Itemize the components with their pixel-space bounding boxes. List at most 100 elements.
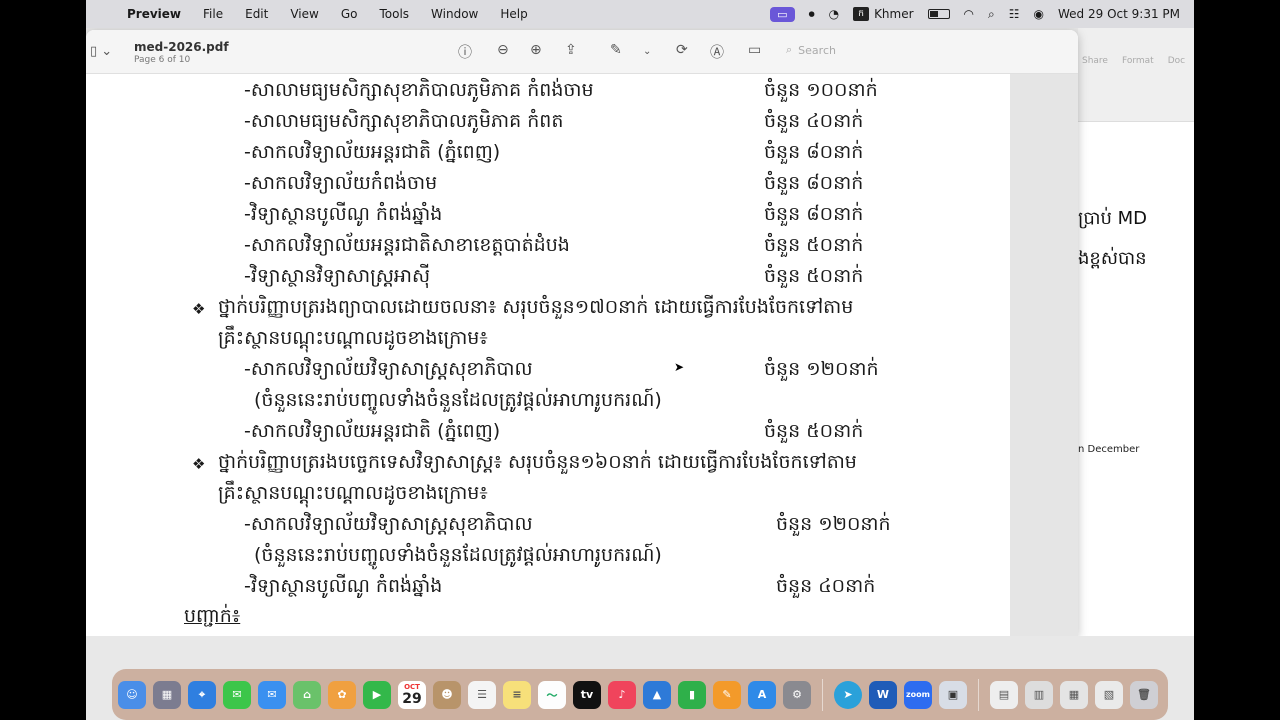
chevron-down-icon[interactable]: ⌄ xyxy=(643,46,651,57)
menu-edit[interactable]: Edit xyxy=(234,7,279,21)
list-item: -សាកលវិទ្យាល័យអន្តរជាតិ (ភ្នំពេញ) xyxy=(244,420,501,442)
background-text-line: n December xyxy=(1078,444,1140,455)
menu-window[interactable]: Window xyxy=(420,7,489,21)
menu-tools[interactable]: Tools xyxy=(368,7,420,21)
list-item-count: ចំនួន ៨០នាក់ xyxy=(764,203,864,225)
document-tab[interactable]: Doc xyxy=(1168,56,1185,121)
menu-clock[interactable]: Wed 29 Oct 9:31 PM xyxy=(1058,7,1180,21)
list-item: -វិទ្យាស្ថានបូលីណូ កំពង់ឆ្នាំង xyxy=(244,575,443,597)
menu-view[interactable]: View xyxy=(279,7,329,21)
list-item-count: ចំនួន ៥០នាក់ xyxy=(764,265,864,287)
preview-window: ▯ ⌄ med-2026.pdf Page 6 of 10 ⓘ ⊖ ⊕ ⇪ ✎ … xyxy=(86,30,1078,636)
zoom-in-icon[interactable]: ⊕ xyxy=(530,42,542,58)
sidebar-toggle-icon[interactable]: ▯ ⌄ xyxy=(90,44,112,59)
list-item-count: ចំនួន ១០០នាក់ xyxy=(764,79,878,101)
record-icon[interactable]: ⏺ xyxy=(809,7,815,22)
preview-icon[interactable]: ▣ xyxy=(939,680,967,709)
facetime-icon[interactable]: ▶ xyxy=(363,680,391,709)
notes-icon[interactable]: ≡ xyxy=(503,680,531,709)
list-item-note: (ចំនួននេះរាប់បញ្ចូលទាំងចំនួនដែលត្រូវផ្តល… xyxy=(254,389,662,411)
time-machine-icon[interactable]: ◔ xyxy=(829,7,839,21)
section-heading-continued: គ្រឹះស្ថានបណ្តុះបណ្តាលដូចខាងក្រោម៖ xyxy=(218,327,488,349)
markup-icon[interactable]: Ⓐ xyxy=(710,42,724,62)
list-item-count: ចំនួន ៤០នាក់ xyxy=(776,575,876,597)
messages-icon[interactable]: ✉ xyxy=(223,680,251,709)
maps-icon[interactable]: ⌂ xyxy=(293,680,321,709)
menu-help[interactable]: Help xyxy=(489,7,538,21)
pages-icon[interactable]: ✎ xyxy=(713,680,741,709)
list-item: -វិទ្យាស្ថានវិទ្យាសាស្ត្រអាស៊ី xyxy=(244,265,431,287)
finder-icon[interactable]: ☺ xyxy=(118,680,146,709)
desktop-bottom xyxy=(86,636,1194,668)
markup-pen-icon[interactable]: ✎ xyxy=(610,42,622,58)
menu-app-name[interactable]: Preview xyxy=(116,7,192,21)
background-document-window[interactable]: Share Format Doc ប្រាប់ MD ងខ្ពស់បាន n D… xyxy=(1070,28,1194,642)
launchpad-icon[interactable]: ▦ xyxy=(153,680,181,709)
list-item: -សាកលវិទ្យាល័យវិទ្យាសាស្ត្រសុខាភិបាល xyxy=(244,513,533,535)
apple-tv-icon[interactable]: tv xyxy=(573,680,601,709)
list-item: -សាកលវិទ្យាល័យអន្តរជាតិ (ភ្នំពេញ) xyxy=(244,141,501,163)
zoom-out-icon[interactable]: ⊖ xyxy=(497,42,509,58)
form-fill-icon[interactable]: ▭ xyxy=(748,42,761,58)
wifi-icon[interactable]: ◠ xyxy=(964,7,974,21)
music-icon[interactable]: ♪ xyxy=(608,680,636,709)
system-settings-icon[interactable]: ⚙ xyxy=(783,680,811,709)
control-center-icon[interactable]: ☷ xyxy=(1009,7,1020,21)
downloads-stack-icon[interactable]: ▦ xyxy=(1060,680,1088,709)
folder-stack-icon[interactable]: ▧ xyxy=(1095,680,1123,709)
section-heading: ថ្នាក់បរិញ្ញាបត្ររងព្យាបាលដោយចលនា៖ សរុបច… xyxy=(218,296,854,318)
list-item: -វិទ្យាស្ថានបូលីណូ កំពង់ឆ្នាំង xyxy=(244,203,443,225)
photos-icon[interactable]: ✿ xyxy=(328,680,356,709)
zoom-icon[interactable]: zoom xyxy=(904,680,932,709)
share-tab[interactable]: Share xyxy=(1082,56,1108,121)
word-icon[interactable]: W xyxy=(869,680,897,709)
keynote-icon[interactable]: ▲ xyxy=(643,680,671,709)
freeform-icon[interactable]: 〜 xyxy=(538,680,566,709)
mail-icon[interactable]: ✉ xyxy=(258,680,286,709)
list-item: -សាលាមធ្យមសិក្សាសុខាភិបាលភូមិភាគ កំពត xyxy=(244,110,564,132)
list-item-count: ចំនួន ១២០នាក់ xyxy=(764,358,879,380)
rotate-icon[interactable]: ⟳ xyxy=(676,42,688,58)
reminders-icon[interactable]: ☰ xyxy=(468,680,496,709)
list-item: -សាកលវិទ្យាល័យវិទ្យាសាស្ត្រសុខាភិបាល xyxy=(244,358,533,380)
diamond-bullet-icon: ❖ xyxy=(192,455,206,473)
trash-icon[interactable]: 🗑 xyxy=(1130,680,1158,709)
screenshot-stack-icon[interactable]: ▥ xyxy=(1025,680,1053,709)
pdf-page[interactable]: -សាលាមធ្យមសិក្សាសុខាភិបាលភូមិភាគ កំពង់ចា… xyxy=(86,74,1010,636)
info-icon[interactable]: ⓘ xyxy=(458,42,472,62)
safari-icon[interactable]: ⌖ xyxy=(188,680,216,709)
page-indicator: Page 6 of 10 xyxy=(134,55,191,65)
input-source-menu[interactable]: ក Khmer xyxy=(853,7,914,21)
list-item-count: ចំនួន ៤០នាក់ xyxy=(764,110,864,132)
battery-icon[interactable] xyxy=(927,9,950,19)
screen-share-icon[interactable]: ▭ xyxy=(770,6,795,22)
contacts-icon[interactable]: ☻ xyxy=(433,680,461,709)
window-margin xyxy=(1010,74,1078,636)
numbers-icon[interactable]: ▮ xyxy=(678,680,706,709)
window-toolbar: ▯ ⌄ med-2026.pdf Page 6 of 10 ⓘ ⊖ ⊕ ⇪ ✎ … xyxy=(86,30,1078,74)
telegram-icon[interactable]: ➤ xyxy=(834,680,862,709)
diamond-bullet-icon: ❖ xyxy=(192,300,206,318)
screen: Preview File Edit View Go Tools Window H… xyxy=(0,0,1280,720)
dock-separator xyxy=(822,678,823,711)
section-heading-continued: គ្រឹះស្ថានបណ្តុះបណ្តាលដូចខាងក្រោម៖ xyxy=(218,482,488,504)
format-tab[interactable]: Format xyxy=(1122,56,1154,121)
background-toolbar: Share Format Doc xyxy=(1078,28,1194,122)
spotlight-search-icon[interactable]: ⌕ xyxy=(988,7,995,22)
list-item-count: ចំនួន ៨០នាក់ xyxy=(764,141,864,163)
menu-go[interactable]: Go xyxy=(330,7,369,21)
list-item-count: ចំនួន ៥០នាក់ xyxy=(764,420,864,442)
search-field[interactable]: ⌕ Search xyxy=(786,43,836,57)
list-item-count: ចំនួន ៥០នាក់ xyxy=(764,234,864,256)
menu-file[interactable]: File xyxy=(192,7,234,21)
dock: ☺ ▦ ⌖ ✉ ✉ ⌂ ✿ ▶ OCT 29 ☻ ☰ ≡ 〜 tv ♪ ▲ ▮ … xyxy=(112,669,1168,720)
app-store-icon[interactable]: A xyxy=(748,680,776,709)
list-item: -សាលាមធ្យមសិក្សាសុខាភិបាលភូមិភាគ កំពង់ចា… xyxy=(244,79,594,101)
share-icon[interactable]: ⇪ xyxy=(565,42,577,58)
document-stack-icon[interactable]: ▤ xyxy=(990,680,1018,709)
siri-icon[interactable]: ◉ xyxy=(1034,7,1044,21)
calendar-icon[interactable]: OCT 29 xyxy=(398,680,426,709)
khmer-keyboard-icon: ក xyxy=(853,7,870,21)
background-page: ប្រាប់ MD ងខ្ពស់បាន n December xyxy=(1070,122,1194,642)
mouse-cursor-icon: ➤ xyxy=(674,360,685,374)
